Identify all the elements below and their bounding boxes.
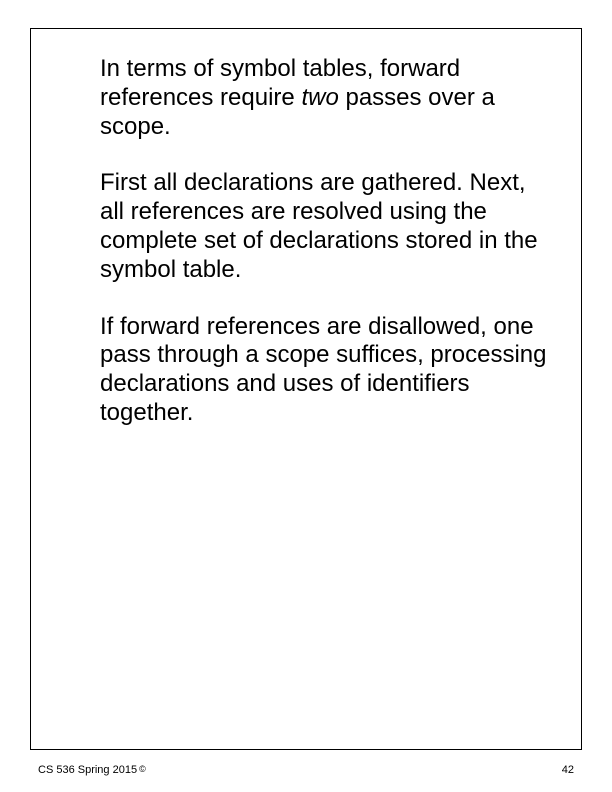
slide-content: In terms of symbol tables, forward refer… [100,55,550,456]
footer-left: CS 536 Spring 2015 © [38,764,146,776]
course-label: CS 536 Spring 2015 [38,764,137,776]
page-number: 42 [562,764,574,776]
paragraph-3: If forward references are disallowed, on… [100,313,550,428]
body-text: If forward references are disallowed, on… [100,313,546,426]
paragraph-2: First all declarations are gathered. Nex… [100,169,550,284]
copyright-symbol: © [139,764,146,774]
paragraph-1: In terms of symbol tables, forward refer… [100,55,550,141]
italic-text: two [301,84,338,111]
footer: CS 536 Spring 2015 © 42 [38,764,574,776]
body-text: First all declarations are gathered. Nex… [100,169,538,282]
